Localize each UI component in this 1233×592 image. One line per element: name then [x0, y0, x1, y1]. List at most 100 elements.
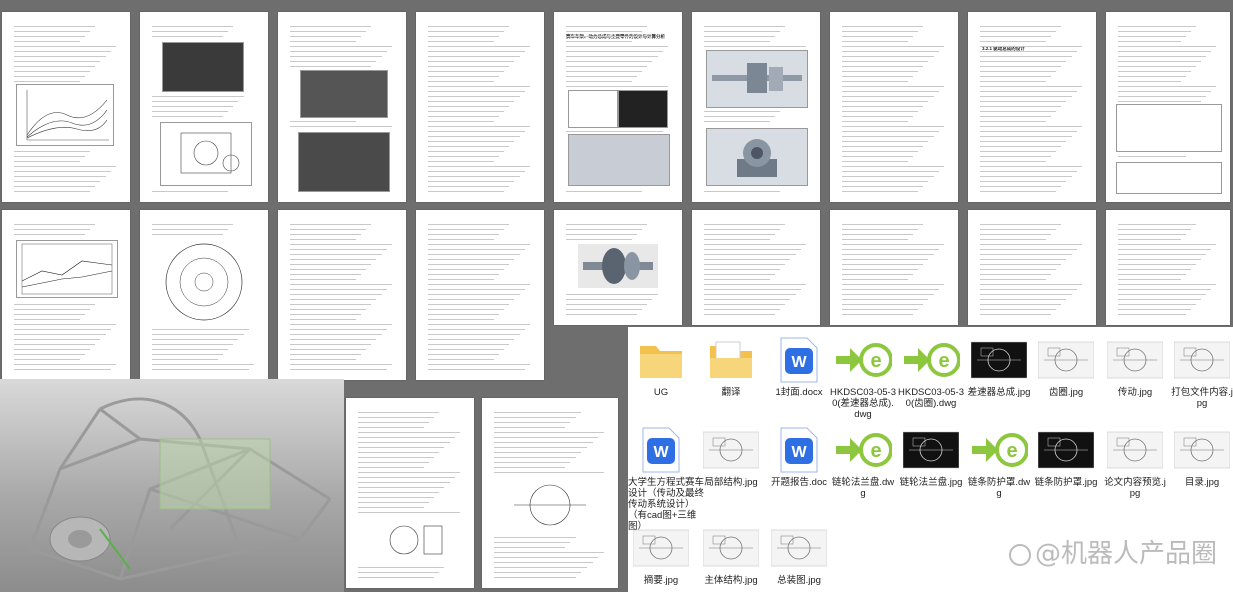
text-line — [1118, 76, 1186, 77]
file-item[interactable]: e 链轮法兰盘.dwg — [830, 425, 896, 499]
text-line — [14, 166, 116, 167]
file-item[interactable]: 传动.jpg — [1102, 335, 1168, 398]
drawing-figure — [512, 478, 588, 532]
photo-figure — [162, 42, 244, 92]
file-item[interactable]: 主体结构.jpg — [698, 523, 764, 586]
grid-chart-icon — [21, 243, 113, 295]
text-line — [842, 111, 918, 112]
file-item[interactable]: 齿圈.jpg — [1033, 335, 1099, 398]
doc-page[interactable] — [278, 210, 406, 380]
file-item[interactable]: 摘要.jpg — [628, 523, 694, 586]
file-item[interactable]: W 开题报告.doc — [766, 425, 832, 488]
doc-page[interactable] — [278, 12, 406, 202]
doc-page[interactable] — [830, 210, 958, 325]
text-line — [358, 507, 424, 508]
text-line — [494, 412, 582, 413]
text-line — [842, 289, 939, 290]
text-line — [290, 289, 387, 290]
text-line — [566, 36, 637, 37]
text-line — [152, 96, 244, 97]
file-item[interactable]: 链轮法兰盘.jpg — [898, 425, 964, 488]
file-item[interactable]: e 链条防护罩.dwg — [966, 425, 1032, 499]
file-item[interactable]: 差速器总成.jpg — [966, 335, 1032, 398]
file-name: 链条防护罩.jpg — [1034, 477, 1098, 488]
text-line — [494, 437, 599, 438]
text-line — [428, 146, 510, 147]
text-line — [842, 46, 944, 47]
text-line — [428, 181, 515, 182]
text-line — [152, 359, 218, 360]
text-line — [290, 234, 361, 235]
image-thumb-icon — [1106, 425, 1164, 475]
dwg-icon: e — [902, 335, 960, 385]
text-line — [428, 284, 530, 285]
file-item[interactable]: e HKDSC03-05-30(齿圈).dwg — [898, 335, 964, 409]
doc-page[interactable] — [482, 398, 618, 588]
doc-page[interactable] — [416, 210, 544, 380]
text-line — [980, 26, 1062, 27]
text-line — [980, 294, 1072, 295]
text-line — [980, 61, 1067, 62]
file-item[interactable]: 翻译 — [698, 335, 764, 398]
doc-page[interactable] — [830, 12, 958, 202]
text-line — [704, 224, 786, 225]
file-item[interactable]: 总装图.jpg — [766, 523, 832, 586]
file-item[interactable]: 目录.jpg — [1169, 425, 1233, 488]
doc-page[interactable]: 赛车车架、动力总成与主要零件的设计与计算分析 — [554, 12, 682, 202]
doc-page[interactable] — [554, 210, 682, 325]
doc-page[interactable] — [2, 210, 130, 380]
file-item[interactable]: e HKDSC03-05-30(差速器总成).dwg — [830, 335, 896, 420]
text-line — [842, 284, 944, 285]
text-line — [1118, 71, 1191, 72]
text-line — [428, 96, 520, 97]
doc-page[interactable] — [416, 12, 544, 202]
text-line — [290, 339, 377, 340]
doc-page[interactable] — [140, 210, 268, 380]
file-name: 翻译 — [721, 387, 741, 398]
text-line — [14, 324, 116, 325]
text-line — [14, 339, 101, 340]
text-line — [842, 234, 913, 235]
text-line — [494, 572, 582, 573]
file-item[interactable]: 链条防护罩.jpg — [1033, 425, 1099, 488]
text-line — [290, 324, 392, 325]
text-line — [14, 354, 85, 355]
doc-page[interactable] — [692, 210, 820, 325]
image-thumb-icon — [770, 523, 828, 573]
doc-page[interactable] — [968, 210, 1096, 325]
doc-page[interactable] — [1106, 12, 1230, 202]
text-line — [1118, 46, 1216, 47]
text-line — [842, 166, 944, 167]
text-line — [842, 304, 924, 305]
file-item[interactable]: W 大学生方程式赛车设计（传动及最终传动系统设计）（有cad图+三维图） — [628, 425, 704, 532]
doc-page[interactable]: 3.2.1 驱动总成的设计 — [968, 12, 1096, 202]
text-line — [358, 442, 450, 443]
text-line — [566, 71, 642, 72]
text-line — [428, 151, 504, 152]
doc-page[interactable] — [346, 398, 474, 588]
text-line — [358, 432, 460, 433]
image-thumb-icon — [970, 335, 1028, 385]
text-line — [428, 359, 494, 360]
text-line — [1118, 61, 1201, 62]
file-name: UG — [653, 387, 669, 398]
doc-page[interactable] — [140, 12, 268, 202]
text-line — [428, 41, 494, 42]
file-item[interactable]: 打包文件内容.jpg — [1169, 335, 1233, 409]
doc-page[interactable] — [2, 12, 130, 202]
text-line — [1118, 269, 1191, 270]
text-line — [494, 442, 593, 443]
text-line — [842, 116, 913, 117]
doc-page[interactable] — [1106, 210, 1230, 325]
file-item[interactable]: UG — [628, 335, 694, 398]
text-line — [14, 349, 90, 350]
text-line — [152, 224, 234, 225]
file-name: 1封面.docx — [775, 387, 823, 398]
text-line — [980, 181, 1067, 182]
file-item[interactable]: W 1封面.docx — [766, 335, 832, 398]
file-item[interactable]: 论文内容预览.jpg — [1102, 425, 1168, 499]
text-line — [494, 457, 576, 458]
doc-page[interactable] — [692, 12, 820, 202]
text-line — [566, 31, 642, 32]
file-item[interactable]: 局部结构.jpg — [698, 425, 764, 488]
